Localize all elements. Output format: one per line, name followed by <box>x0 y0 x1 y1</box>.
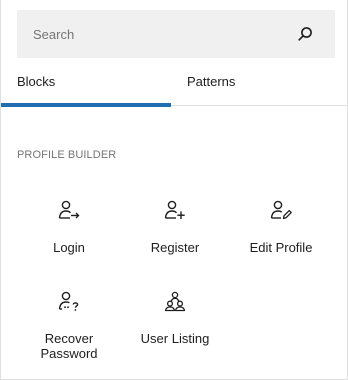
search-input[interactable] <box>17 10 335 58</box>
block-recover-password[interactable]: Recover Password <box>17 289 121 371</box>
block-recover-password-label-line1: Recover <box>44 331 94 346</box>
tab-blocks[interactable]: Blocks <box>1 60 171 107</box>
search-box <box>17 10 335 58</box>
block-register-label: Register <box>150 240 200 255</box>
user-pencil-icon <box>270 200 292 220</box>
inserter-tabs: Blocks Patterns <box>1 60 347 107</box>
category-title: PROFILE BUILDER <box>17 149 117 161</box>
users-group-icon <box>164 291 186 312</box>
user-question-icon <box>58 291 79 311</box>
block-login-label: Login <box>53 240 85 255</box>
block-inserter-panel: Blocks Patterns PROFILE BUILDER Login Re… <box>0 0 348 380</box>
search-icon[interactable] <box>297 26 313 42</box>
block-edit-profile[interactable]: Edit Profile <box>229 198 333 280</box>
active-tab-indicator <box>1 103 171 107</box>
block-register[interactable]: Register <box>123 198 227 280</box>
block-edit-profile-label: Edit Profile <box>249 240 313 255</box>
user-arrow-icon <box>58 200 80 219</box>
block-user-listing[interactable]: User Listing <box>123 289 227 371</box>
block-recover-password-label-line2: Password <box>40 346 98 361</box>
tab-patterns[interactable]: Patterns <box>171 60 347 106</box>
tab-patterns-label: Patterns <box>187 74 236 89</box>
block-recover-password-label: Recover Password <box>17 331 121 361</box>
block-user-listing-label: User Listing <box>140 331 210 346</box>
user-plus-icon <box>164 200 185 219</box>
block-login[interactable]: Login <box>17 198 121 280</box>
tab-blocks-label: Blocks <box>17 74 56 89</box>
